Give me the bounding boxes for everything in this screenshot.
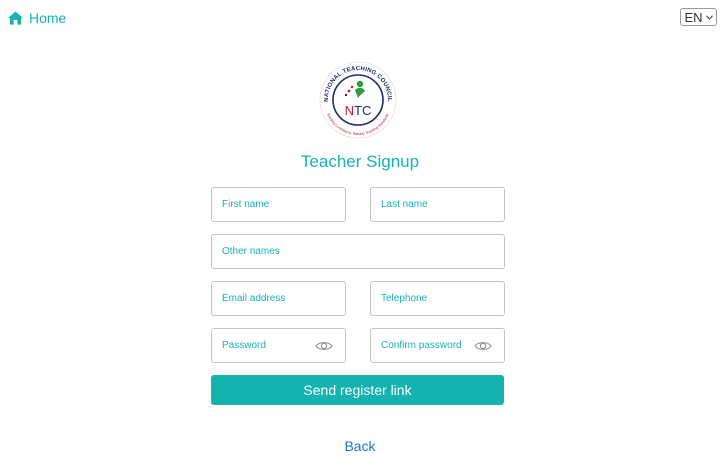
show-confirm-password-eye-icon[interactable]: [474, 340, 492, 352]
first-name-field[interactable]: [211, 187, 346, 222]
other-names-field[interactable]: [211, 234, 505, 269]
telephone-field[interactable]: [370, 281, 505, 316]
page-title: Teacher Signup: [300, 152, 420, 171]
ntc-acronym: NTC: [345, 103, 372, 118]
show-password-eye-icon[interactable]: [315, 340, 333, 352]
back-link-row: Back: [0, 438, 720, 454]
language-select[interactable]: EN: [680, 8, 717, 26]
home-icon: [8, 11, 23, 25]
email-field[interactable]: [211, 281, 346, 316]
first-name-input[interactable]: [222, 188, 335, 221]
password-input[interactable]: [222, 329, 312, 362]
ntc-logo: NATIONAL TEACHING COUNCIL Building Confi…: [319, 61, 397, 139]
last-name-input[interactable]: [381, 188, 494, 221]
back-link[interactable]: Back: [344, 438, 375, 454]
password-field[interactable]: [211, 328, 346, 363]
other-names-input[interactable]: [222, 235, 494, 268]
email-input[interactable]: [222, 282, 335, 315]
language-value: EN: [684, 9, 703, 25]
last-name-field[interactable]: [370, 187, 505, 222]
confirm-password-input[interactable]: [381, 329, 471, 362]
telephone-input[interactable]: [381, 282, 494, 315]
home-label: Home: [29, 10, 67, 26]
send-register-link-button[interactable]: Send register link: [211, 375, 504, 405]
home-link[interactable]: Home: [8, 9, 66, 27]
confirm-password-field[interactable]: [370, 328, 505, 363]
chevron-down-icon: [705, 14, 713, 20]
